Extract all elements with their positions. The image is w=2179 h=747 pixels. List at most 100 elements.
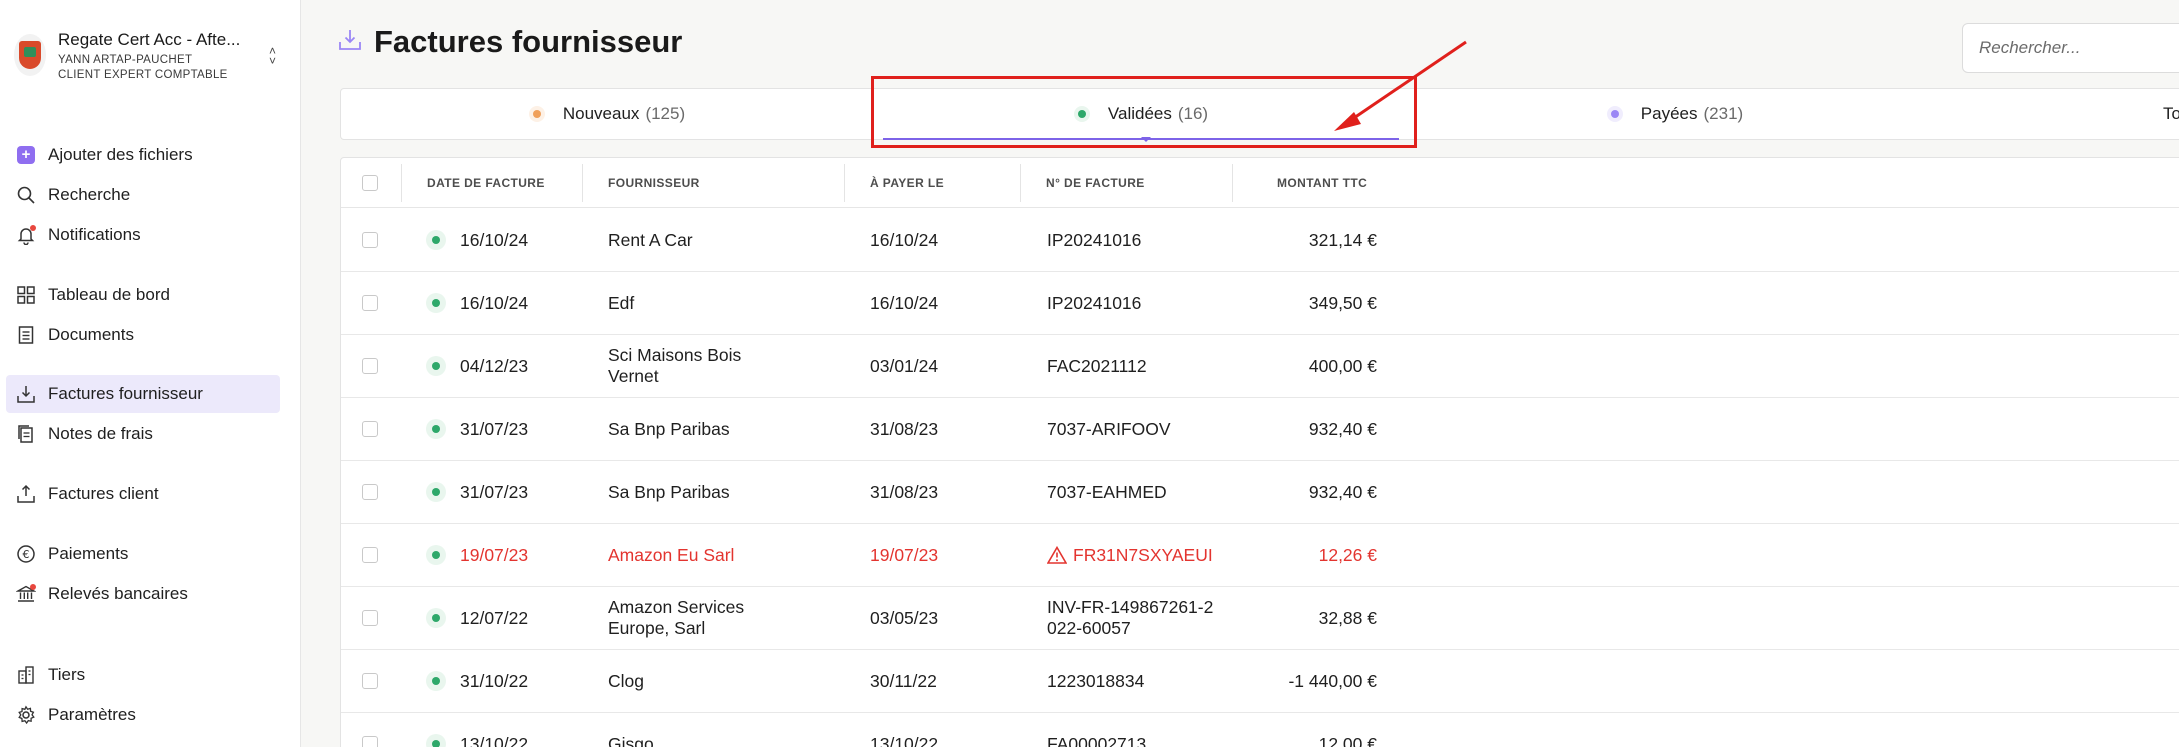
- inbox-upload-icon: [16, 484, 36, 504]
- search-input[interactable]: [1979, 38, 2179, 58]
- nav-dashboard[interactable]: Tableau de bord: [6, 276, 280, 314]
- table-row[interactable]: 04/12/23 Sci Maisons Bois Vernet 03/01/24 F…: [341, 335, 2179, 398]
- table-row[interactable]: 12/07/22 Amazon Services Europe, Sarl 03/0…: [341, 587, 2179, 650]
- organization-name: Regate Cert Acc - Afte...: [58, 30, 241, 49]
- nav-label: Tiers: [48, 665, 86, 684]
- invoice-date: 31/07/23: [460, 418, 529, 439]
- status-dot-validated: [426, 293, 446, 313]
- search-box[interactable]: [1962, 23, 2179, 73]
- svg-text:€: €: [23, 548, 30, 561]
- table-row[interactable]: 31/07/23 Sa Bnp Paribas 31/08/23 7037-ARIFO…: [341, 398, 2179, 461]
- due-date: 31/08/23: [870, 418, 939, 439]
- invoice-date: 16/10/24: [460, 229, 529, 250]
- nav-add-files[interactable]: + Ajouter des fichiers: [6, 136, 280, 174]
- row-checkbox[interactable]: [362, 650, 378, 712]
- invoice-number: IP20241016: [1047, 229, 1142, 250]
- row-checkbox[interactable]: [362, 398, 378, 460]
- amount-ttc: 12,00 €: [1318, 733, 1377, 747]
- row-checkbox[interactable]: [362, 461, 378, 523]
- invoice-date: 04/12/23: [460, 355, 529, 376]
- amount-ttc: 349,50 €: [1308, 292, 1377, 313]
- supplier-name: Edf: [608, 292, 635, 313]
- due-date: 31/08/23: [870, 481, 939, 502]
- amount-ttc: 321,14 €: [1308, 229, 1377, 250]
- gear-icon: [16, 705, 36, 725]
- chevron-up-down-icon[interactable]: ˄ ˅: [269, 45, 276, 67]
- amount-ttc: 32,88 €: [1318, 607, 1377, 628]
- receipts-icon: [16, 424, 36, 444]
- due-date: 16/10/24: [870, 229, 939, 250]
- table-row[interactable]: 19/07/23 Amazon Eu Sarl 19/07/23 FR31N7SXYA…: [341, 524, 2179, 587]
- tab-count: (231): [1703, 104, 1744, 123]
- table-row[interactable]: 16/10/24 Edf 16/10/24 IP20241016 349,50 €: [341, 272, 2179, 335]
- nav-client-invoices[interactable]: Factures client: [6, 475, 280, 513]
- row-checkbox[interactable]: [362, 713, 378, 747]
- nav-label: Paiements: [48, 544, 129, 563]
- column-header-invoice-number[interactable]: N° DE FACTURE: [1046, 158, 1145, 208]
- nav-third-parties[interactable]: Tiers: [6, 656, 280, 694]
- dashboard-icon: [16, 285, 36, 305]
- supplier-name: Sa Bnp Paribas: [608, 481, 730, 502]
- invoice-date: 31/07/23: [460, 481, 529, 502]
- status-dot-validated: [426, 545, 446, 565]
- row-checkbox[interactable]: [362, 587, 378, 649]
- status-dot-validated: [426, 356, 446, 376]
- nav-settings[interactable]: Paramètres: [6, 696, 280, 734]
- tab-validated[interactable]: Validées (16): [875, 89, 1407, 140]
- invoice-date: 19/07/23: [460, 544, 529, 565]
- amount-ttc: 400,00 €: [1308, 355, 1377, 376]
- table-row[interactable]: 31/10/22 Clog 30/11/22 1223018834 -1 440,00 …: [341, 650, 2179, 713]
- tab-count: (125): [645, 104, 686, 123]
- table-row[interactable]: 13/10/22 Gisgo 13/10/22 FA00002713 12,00 €: [341, 713, 2179, 747]
- active-tab-indicator: [1141, 137, 1151, 142]
- nav-label: Factures client: [48, 484, 159, 503]
- table-row[interactable]: 31/07/23 Sa Bnp Paribas 31/08/23 7037-EAHME…: [341, 461, 2179, 524]
- table-row[interactable]: 16/10/24 Rent A Car 16/10/24 IP20241016 321,…: [341, 209, 2179, 272]
- nav-documents[interactable]: Documents: [6, 316, 280, 354]
- column-header-amount[interactable]: MONTANT TTC: [1277, 158, 1367, 208]
- column-header-supplier[interactable]: FOURNISSEUR: [608, 158, 700, 208]
- status-dot-validated: [426, 734, 446, 747]
- invoice-number: FAC2021112: [1047, 355, 1147, 376]
- row-checkbox[interactable]: [362, 272, 378, 334]
- organization-switcher[interactable]: Regate Cert Acc - Afte... YANN ARTAP-PAU…: [14, 30, 284, 90]
- tab-label: Nouveaux: [562, 104, 640, 123]
- nav-label: Tableau de bord: [48, 285, 170, 304]
- invoice-date: 12/07/22: [460, 607, 529, 628]
- row-checkbox[interactable]: [362, 335, 378, 397]
- nav-notifications[interactable]: Notifications: [6, 216, 280, 254]
- nav-label: Notifications: [48, 225, 141, 244]
- column-header-due-date[interactable]: À PAYER LE: [870, 158, 944, 208]
- warning-icon: [1047, 546, 1067, 564]
- column-header-date[interactable]: DATE DE FACTURE: [427, 158, 545, 208]
- notification-badge: [30, 225, 36, 231]
- invoice-number: FR31N7SXYAEUI: [1073, 544, 1213, 565]
- nav-supplier-invoices[interactable]: Factures fournisseur: [6, 375, 280, 413]
- due-date: 16/10/24: [870, 292, 939, 313]
- organization-logo: [14, 34, 46, 76]
- nav-search[interactable]: Recherche: [6, 176, 280, 214]
- nav-label: Relevés bancaires: [48, 584, 188, 603]
- tab-paid[interactable]: Payées (231): [1409, 89, 1941, 139]
- status-dot-new: [528, 106, 545, 122]
- buildings-icon: [16, 665, 36, 685]
- invoice-number: 7037-EAHMED: [1047, 481, 1167, 502]
- row-checkbox[interactable]: [362, 524, 378, 586]
- invoice-number: INV-FR-149867261-2022-60057: [1047, 597, 1214, 638]
- nav-label: Factures fournisseur: [48, 384, 203, 403]
- sidebar: Regate Cert Acc - Afte... YANN ARTAP-PAU…: [0, 0, 301, 747]
- due-date: 03/01/24: [870, 355, 939, 376]
- invoice-date: 13/10/22: [460, 733, 529, 747]
- amount-ttc: 932,40 €: [1308, 481, 1377, 502]
- tab-new[interactable]: Nouveaux (125): [341, 89, 873, 139]
- nav-payments[interactable]: € Paiements: [6, 535, 280, 573]
- row-checkbox[interactable]: [362, 209, 378, 271]
- tab-all[interactable]: To: [2161, 89, 2179, 139]
- nav-expense-reports[interactable]: Notes de frais: [6, 415, 280, 453]
- select-all-checkbox[interactable]: [362, 158, 378, 208]
- supplier-name: Rent A Car: [608, 229, 693, 250]
- status-dot-paid: [1606, 106, 1623, 122]
- nav-bank-statements[interactable]: Relevés bancaires: [6, 575, 280, 613]
- status-dot-validated: [426, 482, 446, 502]
- status-dot-validated: [426, 608, 446, 628]
